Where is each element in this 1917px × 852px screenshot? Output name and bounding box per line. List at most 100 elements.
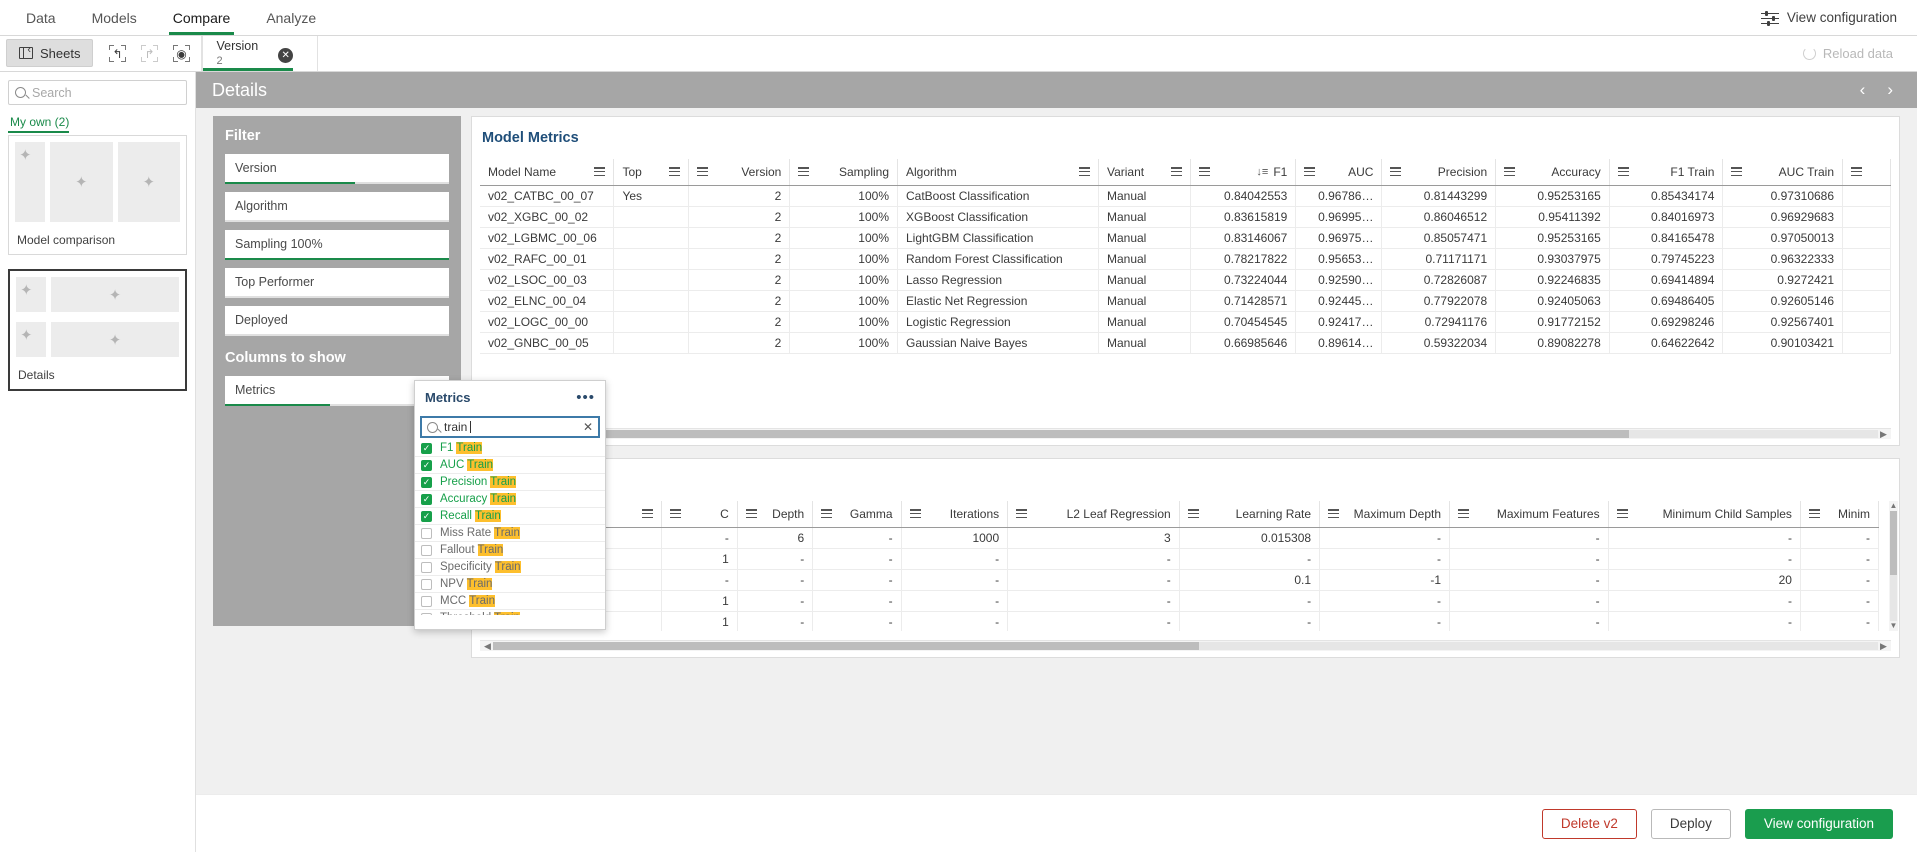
table-row[interactable]: v02_LOGC_00_00 2 100% Logistic Regression Ma… <box>480 311 1891 333</box>
column-header-minimum-child-samples[interactable]: Minimum Child Samples <box>1608 501 1801 528</box>
checkbox-icon[interactable] <box>421 476 432 488</box>
column-header-f1[interactable]: ↓≡ F1 <box>1190 159 1297 186</box>
column-header-minim[interactable]: Minim <box>1800 501 1879 528</box>
nav-item-models[interactable]: Models <box>74 0 155 35</box>
column-menu-icon[interactable] <box>1731 167 1743 177</box>
column-header-depth[interactable]: Depth <box>737 501 814 528</box>
next-page-icon[interactable]: › <box>1887 80 1893 100</box>
table-row[interactable]: v02_ELNC_00_04 2 100% Elastic Net Regressio… <box>480 290 1891 312</box>
column-header-learning-rate[interactable]: Learning Rate <box>1179 501 1321 528</box>
table-row[interactable]: v02_LOGC_00_001--------- <box>480 590 1879 612</box>
metrics-option-recall[interactable]: Recall Train <box>415 508 605 525</box>
column-menu-icon[interactable] <box>1808 509 1820 519</box>
filter-field-top-performer[interactable]: Top Performer <box>225 268 449 298</box>
column-header-sampling[interactable]: Sampling <box>789 159 898 186</box>
column-menu-icon[interactable] <box>1458 509 1470 519</box>
metrics-option-list[interactable]: F1 Train AUC Train Precision Train Accuracy… <box>415 440 605 615</box>
back-arrow-button[interactable]: ↰ <box>103 40 131 68</box>
table-row[interactable]: v02_CATBC_00_07 Yes 2 100% CatBoost Classifi… <box>480 185 1891 207</box>
table-row[interactable]: v02_GNBC_00_05 2 100% Gaussian Naive Bayes M… <box>480 332 1891 354</box>
checkbox-icon[interactable] <box>421 578 432 590</box>
nav-item-compare[interactable]: Compare <box>155 0 249 35</box>
previous-page-icon[interactable]: ‹ <box>1860 80 1866 100</box>
tab-version[interactable]: Version 2 ✕ <box>202 36 319 71</box>
column-header-maximum-depth[interactable]: Maximum Depth <box>1319 501 1451 528</box>
column-menu-icon[interactable] <box>670 509 682 519</box>
filter-field-sampling-100[interactable]: Sampling 100% <box>225 230 449 260</box>
scroll-right-icon[interactable]: ▶ <box>1878 429 1889 440</box>
checkbox-icon[interactable] <box>421 544 432 556</box>
scroll-track[interactable] <box>493 430 1878 438</box>
nav-item-analyze[interactable]: Analyze <box>248 0 334 35</box>
sheet-card-details[interactable]: ✦ ✦ ✦ ✦ Details <box>8 269 187 391</box>
checkbox-icon[interactable] <box>421 442 432 454</box>
column-header-maximum-features[interactable]: Maximum Features <box>1449 501 1609 528</box>
column-header-variant[interactable]: Variant <box>1098 159 1192 186</box>
metrics-option-fallout[interactable]: Fallout Train <box>415 542 605 559</box>
scroll-track[interactable] <box>1890 511 1897 621</box>
scroll-right-icon[interactable]: ▶ <box>1878 641 1889 652</box>
metrics-option-npv[interactable]: NPV Train <box>415 576 605 593</box>
metrics-option-precision[interactable]: Precision Train <box>415 474 605 491</box>
column-menu-icon[interactable] <box>909 509 921 519</box>
column-menu-icon[interactable] <box>1851 167 1863 177</box>
scroll-up-icon[interactable]: ▲ <box>1890 501 1898 511</box>
scroll-down-icon[interactable]: ▼ <box>1890 621 1898 631</box>
checkbox-icon[interactable] <box>421 595 432 607</box>
scroll-thumb[interactable] <box>493 430 1629 438</box>
column-menu-icon[interactable] <box>1171 167 1183 177</box>
scroll-thumb[interactable] <box>1890 511 1897 575</box>
close-icon[interactable]: ✕ <box>278 48 294 63</box>
column-header-blank[interactable] <box>1842 159 1891 186</box>
scroll-left-icon[interactable]: ◀ <box>482 641 493 652</box>
my-own-section-label[interactable]: My own (2) <box>8 105 187 135</box>
metrics-search-input[interactable]: train ✕ <box>420 416 600 438</box>
sheet-card-model-comparison[interactable]: ✦ ✦ ✦ Model comparison <box>8 135 187 255</box>
column-header-precision[interactable]: Precision <box>1381 159 1497 186</box>
metrics-option-miss-rate[interactable]: Miss Rate Train <box>415 525 605 542</box>
checkbox-icon[interactable] <box>421 459 432 471</box>
column-menu-icon[interactable] <box>798 167 810 177</box>
table-row[interactable]: v02_LGBMC_00_06-----0.1-1-20- <box>480 569 1879 591</box>
clear-selections-button[interactable]: ◉ <box>167 40 195 68</box>
column-menu-icon[interactable] <box>1187 509 1199 519</box>
filter-field-version[interactable]: Version <box>225 154 449 184</box>
reload-data-button[interactable]: Reload data <box>1789 40 1907 68</box>
metrics-option-mcc[interactable]: MCC Train <box>415 593 605 610</box>
column-header-top[interactable]: Top <box>613 159 689 186</box>
column-menu-icon[interactable] <box>1328 509 1340 519</box>
model-metrics-hscrollbar[interactable]: ◀ ▶ <box>480 428 1891 439</box>
column-menu-icon[interactable] <box>1504 167 1516 177</box>
metrics-option-auc[interactable]: AUC Train <box>415 457 605 474</box>
metrics-option-threshold[interactable]: Threshold Train <box>415 610 605 615</box>
column-header-auc-train[interactable]: AUC Train <box>1722 159 1844 186</box>
more-options-icon[interactable]: ••• <box>576 390 595 405</box>
column-header-model-name[interactable]: Model Name <box>480 159 615 186</box>
scroll-track[interactable] <box>493 642 1878 650</box>
column-menu-icon[interactable] <box>821 509 833 519</box>
column-header-version[interactable]: Version <box>688 159 791 186</box>
metrics-option-specificity[interactable]: Specificity Train <box>415 559 605 576</box>
column-menu-icon[interactable] <box>668 167 680 177</box>
column-header-algorithm[interactable]: Algorithm <box>897 159 1099 186</box>
table-row[interactable]: v02_LSOC_00_031--------- <box>480 611 1879 631</box>
column-menu-icon[interactable] <box>1617 167 1629 177</box>
column-menu-icon[interactable] <box>1199 167 1211 177</box>
column-menu-icon[interactable] <box>594 167 606 177</box>
column-menu-icon[interactable] <box>1390 167 1402 177</box>
table-row[interactable]: v02_XGBC_00_02 2 100% XGBoost Classificatio… <box>480 206 1891 228</box>
column-header-f1-train[interactable]: F1 Train <box>1609 159 1724 186</box>
metrics-option-f1[interactable]: F1 Train <box>415 440 605 457</box>
sheets-button[interactable]: Sheets <box>6 39 94 67</box>
checkbox-icon[interactable] <box>421 612 432 615</box>
checkbox-icon[interactable] <box>421 510 432 522</box>
checkbox-icon[interactable] <box>421 561 432 573</box>
metrics-option-accuracy[interactable]: Accuracy Train <box>415 491 605 508</box>
column-header-accuracy[interactable]: Accuracy <box>1495 159 1610 186</box>
column-header-iterations[interactable]: Iterations <box>901 501 1009 528</box>
table-row[interactable]: v02_RAFC_00_01 2 100% Random Forest Classif… <box>480 248 1891 270</box>
table-row[interactable]: v02_LGBMC_00_06 2 100% LightGBM Classificat… <box>480 227 1891 249</box>
table-row[interactable]: v02_LSOC_00_03 2 100% Lasso Regression Manua… <box>480 269 1891 291</box>
filter-field-deployed[interactable]: Deployed <box>225 306 449 336</box>
column-header-c[interactable]: C <box>661 501 738 528</box>
